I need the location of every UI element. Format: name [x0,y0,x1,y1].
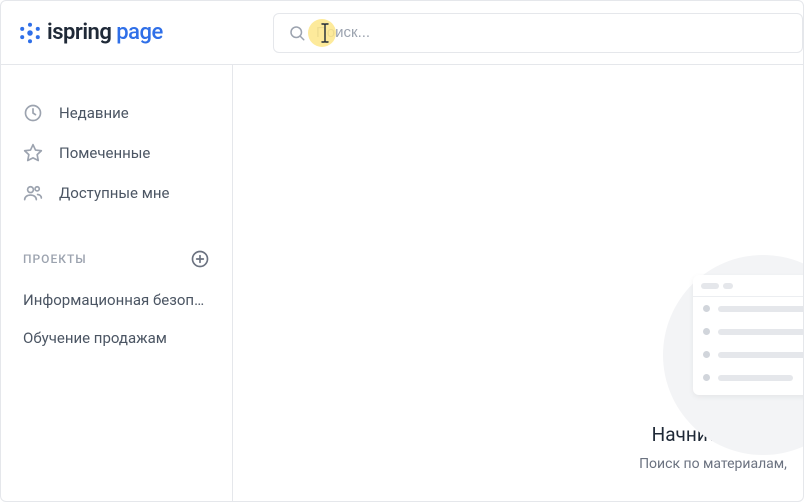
project-item[interactable]: Обучение продажам [1,319,232,357]
plus-circle-icon [190,249,210,269]
app-root: ispring page Недавние [0,0,804,502]
sidebar: Недавние Помеченные Доступные мне ПРОЕКТ… [1,65,233,501]
empty-state: Начните ввод Поиск по материалам, [583,265,803,472]
main-content: Начните ввод Поиск по материалам, [233,65,803,501]
search-container [233,13,803,53]
logo[interactable]: ispring page [1,20,233,45]
clock-icon [23,103,43,123]
sidebar-item-recent[interactable]: Недавние [1,93,232,133]
logo-brand2: page [111,20,162,45]
sidebar-item-shared[interactable]: Доступные мне [1,173,232,213]
sidebar-item-starred[interactable]: Помеченные [1,133,232,173]
projects-title: ПРОЕКТЫ [23,252,87,266]
sidebar-item-label: Недавние [59,104,129,122]
logo-text: ispring page [47,20,163,45]
topbar: ispring page [1,1,803,65]
logo-brand1: ispring [47,20,111,45]
search-input[interactable] [316,24,788,41]
empty-illustration [623,265,803,395]
sidebar-item-label: Помеченные [59,144,150,162]
projects-section-header: ПРОЕКТЫ [1,249,232,269]
star-icon [23,143,43,163]
body: Недавние Помеченные Доступные мне ПРОЕКТ… [1,65,803,501]
add-project-button[interactable] [190,249,210,269]
empty-subtitle: Поиск по материалам, [583,456,803,472]
logo-icon [19,22,41,44]
search-icon [288,24,306,42]
search-box[interactable] [273,13,803,53]
project-item[interactable]: Информационная безоп… [1,281,232,319]
sidebar-item-label: Доступные мне [59,184,169,202]
users-icon [23,183,43,203]
